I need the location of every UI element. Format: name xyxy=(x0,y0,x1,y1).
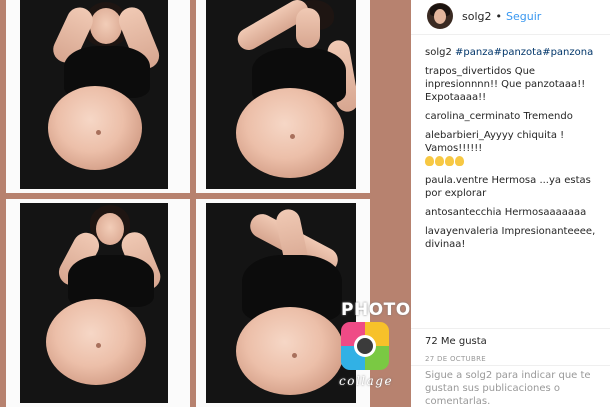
comment: lavayenvaleria Impresionanteeee, divinaa… xyxy=(425,225,607,251)
hashtag-link[interactable]: #panza xyxy=(455,47,494,58)
emoji-row xyxy=(425,156,464,166)
comment-username[interactable]: carolina_cerminato xyxy=(425,111,520,122)
comment-username[interactable]: antosantecchia xyxy=(425,207,502,218)
photo-collage-watermark: PHOTO collage xyxy=(335,300,410,400)
photo-1 xyxy=(20,0,168,189)
camera-icon xyxy=(341,322,389,370)
watermark-title: PHOTO xyxy=(341,300,411,320)
separator-dot: • xyxy=(495,9,503,23)
comment-username[interactable]: paula.ventre xyxy=(425,175,488,186)
comment: alebarbieri_Ayyyy chiquita ! Vamos!!!!!! xyxy=(425,129,607,168)
hashtag-link[interactable]: #panzona xyxy=(542,47,593,58)
post-username[interactable]: solg2 xyxy=(462,10,492,23)
comments-divider xyxy=(411,328,610,329)
comment: antosantecchia Hermosaaaaaaa xyxy=(425,206,607,219)
comment-username[interactable]: solg2 xyxy=(425,47,452,58)
watermark-subtitle: collage xyxy=(339,374,394,388)
photo-2 xyxy=(206,0,356,189)
comment: trapos_divertidos Que inpresionnnn!! Que… xyxy=(425,65,607,104)
caption: solg2 #panza#panzota#panzona xyxy=(425,46,607,59)
follow-prompt-text: Sigue a solg2 para indicar que te gustan… xyxy=(425,370,591,407)
avatar[interactable] xyxy=(427,3,453,29)
footer-divider xyxy=(411,365,610,366)
comment: carolina_cerminato Tremendo xyxy=(425,110,607,123)
clapping-hands-icon xyxy=(455,156,464,166)
collage-panel-3 xyxy=(6,199,190,407)
comment-username[interactable]: lavayenvaleria xyxy=(425,226,498,237)
post-date: 27 DE OCTUBRE xyxy=(425,355,486,363)
comment: paula.ventre Hermosa ...ya estas por exp… xyxy=(425,174,607,200)
clapping-hands-icon xyxy=(425,156,434,166)
comments-list: solg2 #panza#panzota#panzona trapos_dive… xyxy=(425,46,607,257)
clapping-hands-icon xyxy=(445,156,454,166)
photo-3 xyxy=(20,203,168,403)
post-image-collage[interactable]: PHOTO collage xyxy=(0,0,411,407)
header-divider xyxy=(411,34,610,35)
comment-text: Tremendo xyxy=(523,111,573,122)
post-details-panel: solg2 • Seguir solg2 #panza#panzota#panz… xyxy=(411,0,610,407)
comment-username[interactable]: alebarbieri_ xyxy=(425,130,484,141)
likes-count[interactable]: 72 Me gusta xyxy=(425,336,487,347)
collage-panel-2 xyxy=(196,0,370,193)
hashtag-link[interactable]: #panzota xyxy=(494,47,543,58)
comment-username[interactable]: trapos_divertidos xyxy=(425,66,512,77)
comment-text: Hermosaaaaaaa xyxy=(504,207,587,218)
clapping-hands-icon xyxy=(435,156,444,166)
photo-4 xyxy=(206,203,356,403)
post-header: solg2 • Seguir xyxy=(411,0,610,32)
collage-panel-1 xyxy=(6,0,190,193)
follow-button[interactable]: Seguir xyxy=(506,10,541,23)
